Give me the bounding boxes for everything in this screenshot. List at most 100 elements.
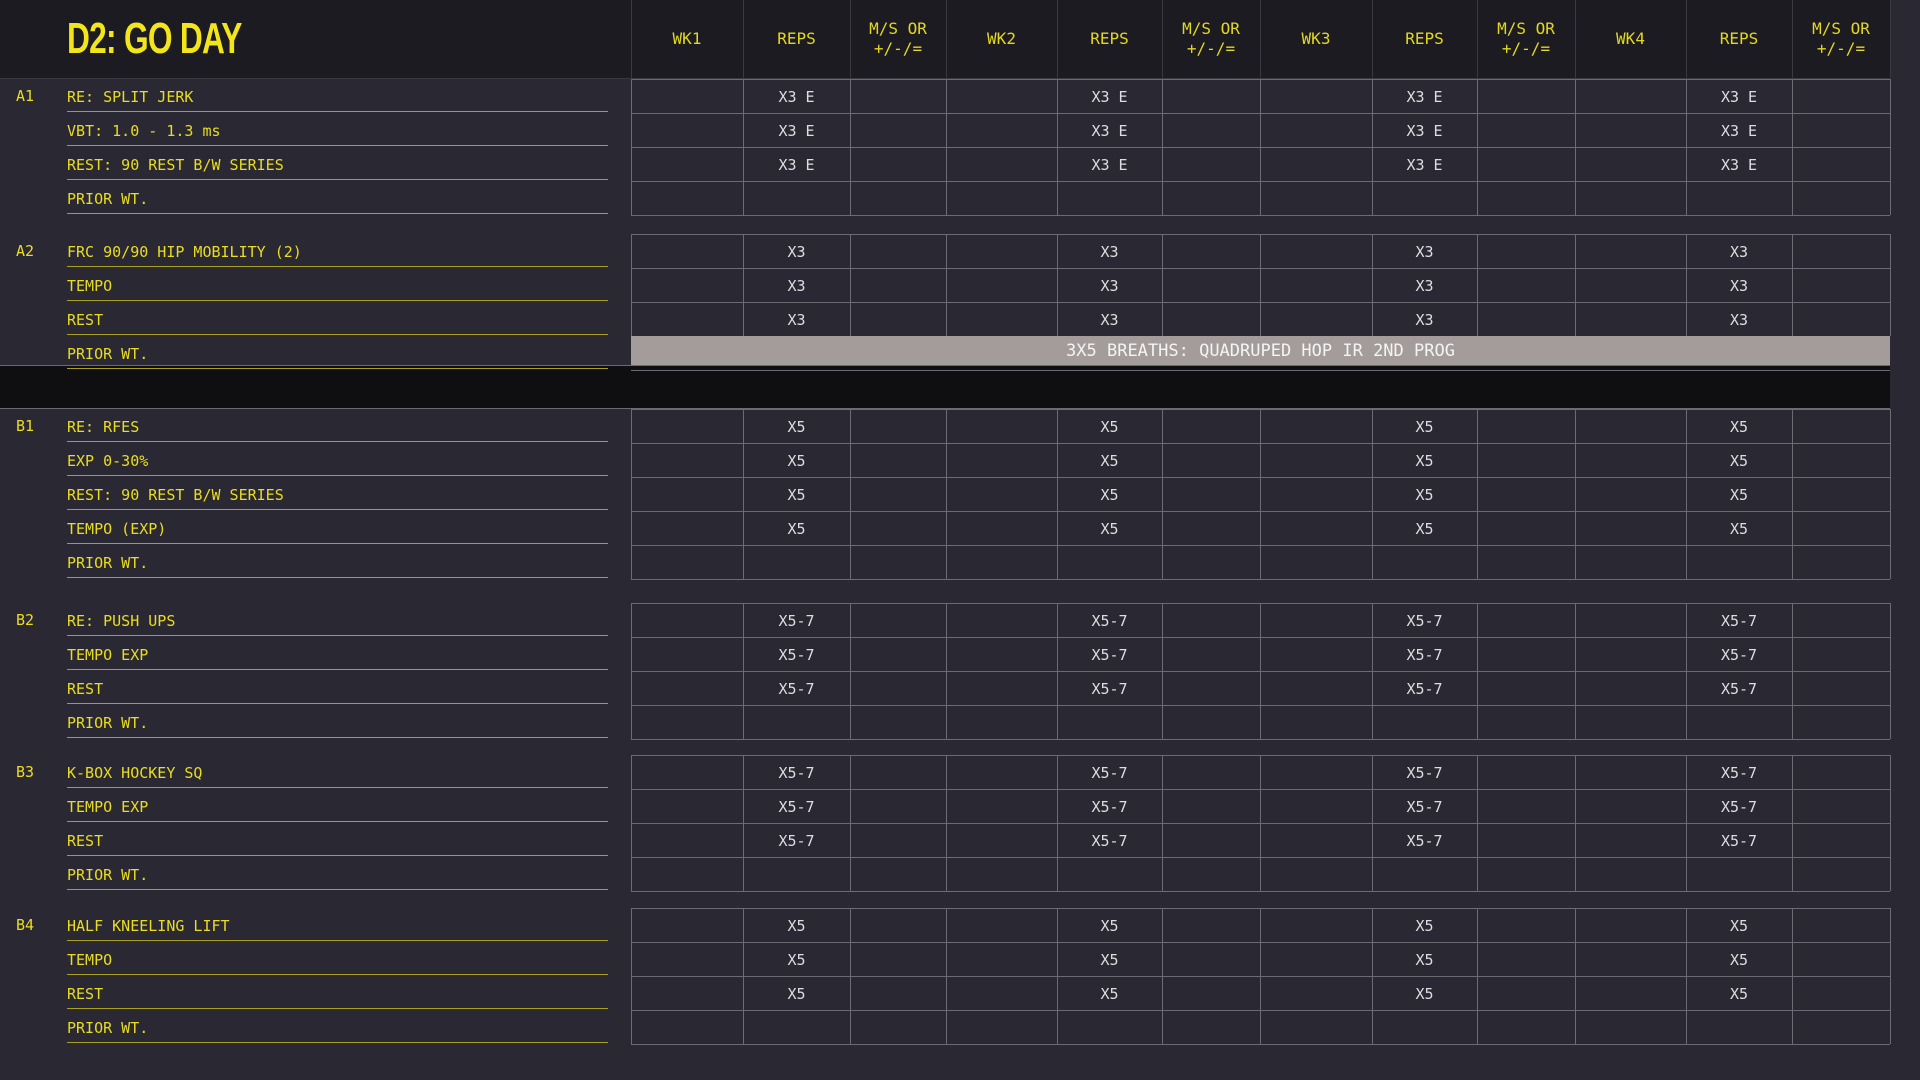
outer-line — [0, 365, 1890, 366]
exercise-label: REST: 90 REST B/W SERIES — [67, 486, 284, 504]
reps-value: X3 — [787, 243, 806, 261]
grid-line — [1575, 409, 1576, 579]
exercise-label: RE: SPLIT JERK — [67, 88, 194, 106]
reps-value: X5 — [1729, 452, 1749, 470]
column-header: M/S OR +/-/= — [1497, 19, 1555, 58]
exercise-label: TEMPO — [67, 951, 113, 969]
reps-value: X3 — [1415, 277, 1434, 295]
grid-line — [1890, 603, 1891, 739]
exercise-label: REST — [67, 985, 104, 1003]
grid-line — [1575, 234, 1576, 336]
grid-line — [1162, 755, 1163, 891]
header-divider — [850, 0, 851, 78]
header-divider — [631, 0, 632, 78]
grid-line — [1792, 755, 1793, 891]
reps-value: X5-7 — [1091, 764, 1128, 782]
reps-value: X3 E — [778, 122, 815, 140]
grid-line — [1575, 603, 1576, 739]
label-underline — [67, 940, 608, 941]
reps-value: X5 — [1100, 985, 1119, 1003]
reps-value: X5 — [1415, 452, 1434, 470]
exercise-label: EXP 0-30% — [67, 452, 149, 470]
header-divider — [1477, 0, 1478, 78]
reps-value: X5 — [1729, 520, 1749, 538]
grid-line — [1162, 603, 1163, 739]
label-underline — [67, 368, 608, 369]
grid-line — [1260, 755, 1261, 891]
grid-line — [1162, 79, 1163, 215]
exercise-label: REST: 90 REST B/W SERIES — [67, 156, 284, 174]
label-underline — [67, 475, 608, 476]
header-divider — [1260, 0, 1261, 78]
reps-value: X5-7 — [1720, 764, 1758, 782]
label-underline — [67, 213, 608, 214]
grid-line — [1477, 603, 1478, 739]
reps-value: X3 E — [1406, 122, 1443, 140]
reps-value: X5 — [1729, 985, 1749, 1003]
reps-value: X5-7 — [1406, 646, 1443, 664]
reps-value: X5-7 — [1091, 832, 1128, 850]
reps-value: X5-7 — [1406, 764, 1443, 782]
header-divider — [1057, 0, 1058, 78]
column-header: REPS — [777, 29, 816, 48]
label-underline — [67, 577, 608, 578]
label-underline — [67, 179, 608, 180]
reps-value: X3 — [1415, 243, 1434, 261]
grid-line — [850, 908, 851, 1044]
grid-line — [631, 603, 632, 739]
label-underline — [67, 737, 608, 738]
label-underline — [67, 543, 608, 544]
grid-line — [1260, 79, 1261, 215]
grid-line — [1890, 409, 1891, 579]
label-underline — [67, 703, 608, 704]
grid-line — [1890, 234, 1891, 336]
column-header: REPS — [1719, 29, 1759, 48]
reps-value: X3 E — [778, 156, 815, 174]
reps-value: X5-7 — [778, 612, 815, 630]
reps-value: X3 — [1100, 311, 1119, 329]
reps-value: X3 E — [778, 88, 815, 106]
label-underline — [67, 635, 608, 636]
grid-line — [1792, 234, 1793, 336]
reps-value: X3 — [1729, 277, 1749, 295]
reps-value: X5 — [1100, 917, 1119, 935]
grid-line — [1890, 908, 1891, 1044]
exercise-label: FRC 90/90 HIP MOBILITY (2) — [67, 243, 302, 261]
workout-sheet: D2: GO DAY WK1 REPS M/S OR +/-/= WK2 REPS M/S… — [0, 0, 1920, 1080]
grid-line — [1477, 79, 1478, 215]
reps-value: X3 E — [1406, 156, 1443, 174]
label-underline — [67, 855, 608, 856]
grid-line — [631, 215, 1890, 216]
reps-value: X5 — [1415, 486, 1434, 504]
label-underline — [67, 787, 608, 788]
exercise-label: PRIOR WT. — [67, 190, 149, 208]
label-underline — [67, 300, 608, 301]
column-header: WK3 — [1301, 29, 1331, 48]
grid-line — [850, 409, 851, 579]
exercise-label: REST — [67, 311, 104, 329]
reps-value: X5 — [1729, 418, 1749, 436]
exercise-label: K-BOX HOCKEY SQ — [67, 764, 203, 782]
exercise-label: REST — [67, 680, 104, 698]
reps-value: X5 — [1415, 951, 1434, 969]
reps-value: X5 — [787, 951, 806, 969]
reps-value: X3 — [787, 277, 806, 295]
header-divider — [1792, 0, 1793, 78]
grid-line — [1792, 79, 1793, 215]
reps-value: X5-7 — [778, 646, 815, 664]
header-divider — [1686, 0, 1687, 78]
grid-line — [1260, 409, 1261, 579]
reps-value: X3 E — [1720, 122, 1758, 140]
reps-value: X5 — [1100, 520, 1119, 538]
exercise-label: TEMPO (EXP) — [67, 520, 167, 538]
reps-value: X3 E — [1091, 156, 1128, 174]
reps-value: X5-7 — [1406, 680, 1443, 698]
grid-line — [1575, 79, 1576, 215]
reps-value: X5 — [1729, 486, 1749, 504]
header-divider — [1372, 0, 1373, 78]
reps-value: X5 — [1100, 418, 1119, 436]
exercise-label: REST — [67, 832, 104, 850]
column-header: WK1 — [672, 29, 702, 48]
exercise-label: PRIOR WT. — [67, 866, 149, 884]
grid-line — [946, 79, 947, 215]
